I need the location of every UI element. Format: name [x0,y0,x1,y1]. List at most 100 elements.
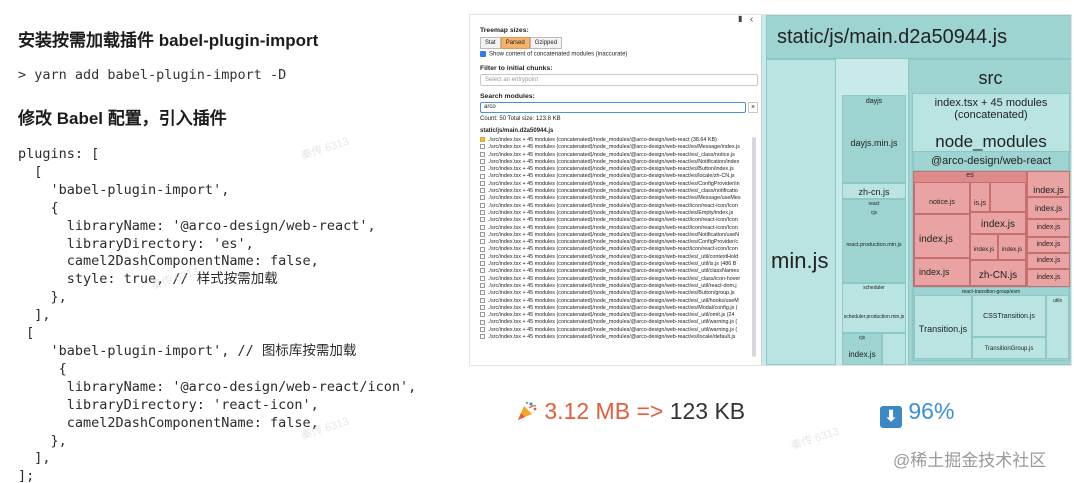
search-clear-button[interactable]: × [748,102,758,113]
panel-pin-icon[interactable]: ▮ [738,14,742,23]
size-gzipped-button[interactable]: Gzipped [529,37,563,49]
module-row[interactable]: ./src/index.tsx + 45 modules (concatenat… [480,166,750,173]
file-icon [480,239,485,245]
treemap-es-label: es [966,172,974,179]
module-row[interactable]: ./src/index.tsx + 45 modules (concatenat… [480,276,750,283]
module-row[interactable]: ./src/index.tsx + 45 modules (concatenat… [480,290,750,297]
treemap-dayjs-header: dayjs [865,98,883,105]
concat-checkbox[interactable]: Show content of concatenated modules (in… [480,51,627,58]
file-icon [480,334,485,340]
module-row-label: ./src/index.tsx + 45 modules (concatenat… [488,304,738,311]
file-icon [480,195,485,201]
module-row[interactable]: ./src/index.tsx + 45 modules (concatenat… [480,144,750,151]
module-row-label: ./src/index.tsx + 45 modules (concatenat… [488,275,741,282]
module-row[interactable]: ./src/index.tsx + 45 modules (concatenat… [480,283,750,290]
module-row[interactable]: ./src/index.tsx + 45 modules (concatenat… [480,239,750,246]
module-row[interactable]: ./src/index.tsx + 45 modules (concatenat… [480,305,750,312]
treemap-right-6: index.js [1027,269,1070,287]
module-row-label: ./src/index.tsx + 45 modules (concatenat… [488,173,735,180]
treemap-cjs-label: cjs [870,210,878,216]
treemap-main-fragment: min.js [771,248,829,273]
file-icon [480,224,485,230]
file-icon [480,312,485,318]
treemap-transition-label: Transition.js [918,324,968,334]
module-row[interactable]: ./src/index.tsx + 45 modules (concatenat… [480,319,750,326]
module-row[interactable]: ./src/index.tsx + 45 modules (concatenat… [480,254,750,261]
page-watermark: 秦传 6313 [789,425,841,453]
filter-label: Filter to initial chunks: [480,65,553,72]
concat-checkbox-label: Show content of concatenated modules (in… [489,51,628,58]
module-row-label: ./src/index.tsx + 45 modules (concatenat… [488,319,738,326]
treemap-index-tsx-label: index.tsx + 45 modules (concatenated) [934,97,1048,121]
treemap-sizes-label: Treemap sizes: [480,27,529,34]
module-row[interactable]: ./src/index.tsx + 45 modules (concatenat… [480,298,750,305]
module-row[interactable]: ./src/index.tsx + 45 modules (concatenat… [480,210,750,217]
panel-collapse-icon[interactable]: ‹ [750,14,753,25]
reduction-percent: 96% [908,398,955,424]
module-row[interactable]: ./src/index.tsx + 45 modules (concatenat… [480,246,750,253]
module-row[interactable]: ./src/index.tsx + 45 modules (concatenat… [480,203,750,210]
reduction-stat: ⬇ 96% [880,398,954,428]
treemap-main-chunk: min.js [766,59,836,365]
treemap-index-c-label: index.js [973,247,995,253]
module-row[interactable]: ./src/index.tsx + 45 modules (concatenat… [480,181,750,188]
heading-install-plugin: 安装按需加载插件 babel-plugin-import [18,31,319,50]
size-comparison: 3.12 MB => 123 KB [516,398,745,425]
treemap-right-1: index.js [1027,171,1070,197]
treemap-right-5: index.js [1027,253,1070,269]
module-row[interactable]: ./src/index.tsx + 45 modules (concatenat… [480,327,750,334]
treemap-transition-group: TransitionGroup.js [972,337,1046,359]
file-icon [480,151,485,157]
treemap-notice-label: notice.js [929,199,955,206]
treemap-right-2-label: index.js [1034,204,1063,213]
module-row-label: ./src/index.tsx + 45 modules (concatenat… [488,188,738,195]
module-row[interactable]: ./src/index.tsx + 45 modules (concatenat… [480,137,750,144]
module-row[interactable]: ./src/index.tsx + 45 modules (concatenat… [480,159,750,166]
module-row[interactable]: ./src/index.tsx + 45 modules (concatenat… [480,173,750,180]
party-popper-icon [518,401,537,420]
treemap-misc [882,333,906,365]
size-stat-button[interactable]: Stat [480,37,501,49]
module-row[interactable]: ./src/index.tsx + 45 modules (concatenat… [480,152,750,159]
module-row-label: ./src/index.tsx + 45 modules (concatenat… [488,166,734,173]
treemap-arco: @arco-design/web-react [913,151,1069,171]
module-row-label: ./src/index.tsx + 45 modules (concatenat… [488,137,717,143]
module-row[interactable]: ./src/index.tsx + 45 modules (concatenat… [480,225,750,232]
file-icon [480,188,485,194]
folder-icon [480,137,485,143]
module-row[interactable]: ./src/index.tsx + 45 modules (concatenat… [480,268,750,275]
treemap-utils-label: utils [1053,298,1062,304]
size-arrow: => [636,398,664,424]
treemap-scheduler: scheduler scheduler.production.min.js [842,283,906,333]
treemap-right-3-label: index.js [1036,224,1061,231]
module-row-label: ./src/index.tsx + 45 modules (concatenat… [488,253,739,260]
treemap-right-2: index.js [1027,197,1070,219]
treemap-index-c: index.js [970,234,998,260]
file-icon [480,180,485,186]
install-command: > yarn add babel-plugin-import -D [18,67,287,83]
module-row[interactable]: ./src/index.tsx + 45 modules (concatenat… [480,188,750,195]
search-input[interactable]: arco [480,102,746,113]
file-icon [480,290,485,296]
entrypoint-select[interactable]: Select an entrypoint [480,74,758,86]
size-parsed-button[interactable]: Parsed [500,37,530,49]
module-row-label: ./src/index.tsx + 45 modules (concatenat… [488,239,739,246]
module-row[interactable]: ./src/index.tsx + 45 modules (concatenat… [480,334,750,341]
analyzer-sidebar: Treemap sizes: Stat Parsed Gzipped Show … [470,15,762,365]
search-count: Count: 50 Total size: 123.8 KB [480,116,561,122]
module-row[interactable]: ./src/index.tsx + 45 modules (concatenat… [480,195,750,202]
module-row[interactable]: ./src/index.tsx + 45 modules (concatenat… [480,261,750,268]
module-list-scrollbar[interactable] [752,137,756,357]
module-row-label: ./src/index.tsx + 45 modules (concatenat… [488,334,736,341]
treemap-notice: notice.js [914,182,970,214]
file-icon [480,231,485,237]
module-row[interactable]: ./src/index.tsx + 45 modules (concatenat… [480,312,750,319]
file-icon [480,319,485,325]
treemap-react-label: react [868,201,880,207]
module-row-label: ./src/index.tsx + 45 modules (concatenat… [488,195,741,202]
file-icon [480,202,485,208]
module-row[interactable]: ./src/index.tsx + 45 modules (concatenat… [480,217,750,224]
file-icon [480,268,485,274]
module-row[interactable]: ./src/index.tsx + 45 modules (concatenat… [480,232,750,239]
file-icon [480,283,485,289]
